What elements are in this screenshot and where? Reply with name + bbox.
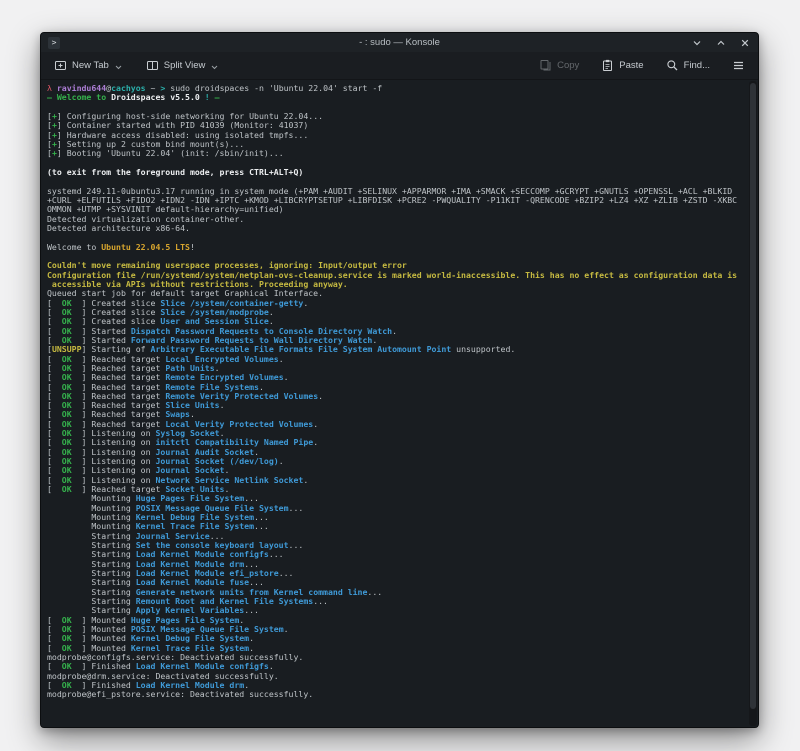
copy-button[interactable]: Copy: [535, 56, 583, 75]
terminal-line: Welcome to Ubuntu 22.04.5 LTS!: [47, 243, 744, 252]
copy-label: Copy: [557, 60, 579, 71]
toolbar-right-group: Copy Paste Find...: [535, 56, 749, 75]
hamburger-menu-button[interactable]: [728, 56, 749, 75]
split-view-button[interactable]: Split View: [142, 56, 223, 75]
toolbar-left-group: New Tab Split View: [50, 56, 222, 75]
new-tab-icon: [54, 59, 67, 72]
paste-icon: [601, 59, 614, 72]
terminal-line: modprobe@efi_pstore.service: Deactivated…: [47, 690, 744, 699]
titlebar[interactable]: > - : sudo — Konsole: [41, 33, 758, 52]
new-tab-label: New Tab: [72, 60, 109, 71]
find-label: Find...: [684, 60, 710, 71]
terminal-area[interactable]: λ ravindu644@cachyos ~ > sudo droidspace…: [41, 80, 758, 727]
konsole-app-icon[interactable]: >: [48, 37, 60, 49]
close-icon: [740, 38, 750, 48]
terminal-output: λ ravindu644@cachyos ~ > sudo droidspace…: [47, 84, 744, 700]
terminal-line: [+] Booting 'Ubuntu 22.04' (init: /sbin/…: [47, 149, 744, 158]
close-button[interactable]: [738, 36, 751, 49]
hamburger-icon: [732, 59, 745, 72]
terminal-line: — Welcome to Droidspaces v5.5.0 ! —: [47, 93, 744, 102]
split-view-icon: [146, 59, 159, 72]
find-button[interactable]: Find...: [662, 56, 714, 75]
split-view-label: Split View: [164, 60, 206, 71]
chevron-down-icon: [211, 65, 218, 70]
chevron-down-icon: [115, 65, 122, 70]
paste-button[interactable]: Paste: [597, 56, 647, 75]
window-title: - : sudo — Konsole: [41, 37, 758, 48]
terminal-line: Detected architecture x86-64.: [47, 224, 744, 233]
chevron-up-icon: [716, 38, 726, 48]
minimize-button[interactable]: [690, 36, 703, 49]
chevron-down-icon: [692, 38, 702, 48]
scrollbar-thumb[interactable]: [750, 83, 756, 709]
new-tab-button[interactable]: New Tab: [50, 56, 126, 75]
window-controls: [690, 36, 751, 49]
search-icon: [666, 59, 679, 72]
toolbar: New Tab Split View Copy: [41, 52, 758, 80]
paste-label: Paste: [619, 60, 643, 71]
maximize-button[interactable]: [714, 36, 727, 49]
konsole-window: > - : sudo — Konsole New Tab: [40, 32, 759, 728]
terminal-line: (to exit from the foreground mode, press…: [47, 168, 744, 177]
copy-icon: [539, 59, 552, 72]
scrollbar-track[interactable]: [749, 81, 757, 726]
